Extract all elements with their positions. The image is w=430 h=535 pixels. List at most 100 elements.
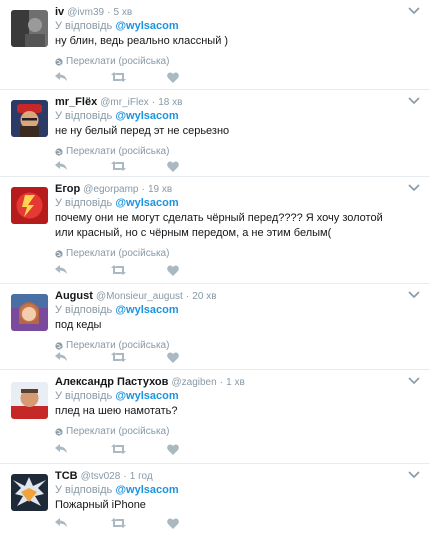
user-handle[interactable]: @mr_iFlex bbox=[100, 97, 149, 108]
translate-label: Переклати (російська) bbox=[66, 248, 170, 259]
separator-dot: · bbox=[219, 377, 224, 388]
user-handle[interactable]: @ivm39 bbox=[67, 7, 104, 18]
like-button[interactable] bbox=[167, 159, 223, 173]
translate-label: Переклати (російська) bbox=[66, 426, 170, 437]
chevron-down-icon[interactable] bbox=[408, 6, 420, 16]
retweet-icon bbox=[111, 444, 126, 454]
chevron-down-icon[interactable] bbox=[408, 290, 420, 300]
avatar[interactable] bbox=[11, 187, 48, 224]
reply-context: У відповідь @wylsacom bbox=[55, 197, 400, 210]
tweet-time[interactable]: 1 год bbox=[130, 471, 153, 482]
separator-dot: · bbox=[151, 97, 156, 108]
mention-link[interactable]: @wylsacom bbox=[115, 20, 178, 32]
separator-dot: · bbox=[185, 291, 190, 302]
avatar[interactable] bbox=[11, 10, 48, 47]
tweet[interactable]: Егор @egorpamp · 19 хв У відповідь @wyls… bbox=[0, 177, 430, 284]
user-handle[interactable]: @zagiben bbox=[171, 377, 216, 388]
tweet[interactable]: August @Monsieur_august · 20 хв У відпов… bbox=[0, 284, 430, 370]
retweet-button[interactable] bbox=[111, 442, 167, 456]
heart-icon bbox=[167, 160, 179, 172]
user-name[interactable]: August bbox=[55, 290, 93, 302]
chevron-down-icon[interactable] bbox=[408, 183, 420, 193]
globe-icon bbox=[55, 341, 63, 350]
translate-link[interactable]: Переклати (російська) bbox=[55, 145, 400, 158]
reply-context: У відповідь @wylsacom bbox=[55, 304, 400, 317]
avatar[interactable] bbox=[11, 474, 48, 511]
translate-link[interactable]: Переклати (російська) bbox=[55, 55, 400, 68]
reply-context: У відповідь @wylsacom bbox=[55, 20, 400, 33]
globe-icon bbox=[55, 57, 63, 66]
tweet-time[interactable]: 20 хв bbox=[192, 291, 216, 302]
tweet[interactable]: mr_Flëx @mr_iFlex · 18 хв У відповідь @w… bbox=[0, 90, 430, 177]
like-button[interactable] bbox=[167, 70, 223, 84]
separator-dot: · bbox=[107, 7, 111, 18]
translate-label: Переклати (російська) bbox=[66, 146, 170, 157]
chevron-down-icon[interactable] bbox=[408, 96, 420, 106]
reply-icon bbox=[55, 518, 67, 527]
tweet[interactable]: TCB @tsv028 · 1 год У відповідь @wylsaco… bbox=[0, 464, 430, 535]
user-name[interactable]: iv bbox=[55, 6, 64, 18]
reply-button[interactable] bbox=[55, 516, 111, 530]
mention-link[interactable]: @wylsacom bbox=[115, 197, 178, 209]
mention-link[interactable]: @wylsacom bbox=[115, 110, 178, 122]
retweet-icon bbox=[111, 352, 126, 362]
mention-link[interactable]: @wylsacom bbox=[115, 484, 178, 496]
user-handle[interactable]: @tsv028 bbox=[81, 471, 121, 482]
avatar[interactable] bbox=[11, 382, 48, 419]
chevron-down-icon[interactable] bbox=[408, 470, 420, 480]
chevron-down-icon[interactable] bbox=[408, 376, 420, 386]
avatar[interactable] bbox=[11, 294, 48, 331]
reply-icon bbox=[55, 161, 67, 170]
tweet[interactable]: Александр Пастухов @zagiben · 1 хв У від… bbox=[0, 370, 430, 464]
heart-icon bbox=[167, 264, 179, 276]
tweet-header: TCB @tsv028 · 1 год bbox=[55, 469, 400, 484]
tweet-text: почему они не могут сделать чёрный перед… bbox=[55, 212, 383, 239]
translate-link[interactable]: Переклати (російська) bbox=[55, 247, 400, 260]
tweet-time[interactable]: 19 хв bbox=[148, 184, 172, 195]
globe-icon bbox=[55, 427, 63, 436]
reply-button[interactable] bbox=[55, 263, 111, 277]
reply-context: У відповідь @wylsacom bbox=[55, 390, 400, 403]
heart-icon bbox=[167, 71, 179, 83]
reply-prefix: У відповідь bbox=[55, 20, 113, 32]
avatar[interactable] bbox=[11, 100, 48, 137]
reply-button[interactable] bbox=[55, 159, 111, 173]
retweet-icon bbox=[111, 161, 126, 171]
like-button[interactable] bbox=[167, 263, 223, 277]
reply-prefix: У відповідь bbox=[55, 197, 113, 209]
user-name[interactable]: TCB bbox=[55, 470, 78, 482]
tweet-header: mr_Flëx @mr_iFlex · 18 хв bbox=[55, 95, 400, 110]
like-button[interactable] bbox=[167, 350, 223, 364]
like-button[interactable] bbox=[167, 516, 223, 530]
retweet-button[interactable] bbox=[111, 263, 167, 277]
retweet-button[interactable] bbox=[111, 70, 167, 84]
retweet-button[interactable] bbox=[111, 516, 167, 530]
reply-button[interactable] bbox=[55, 70, 111, 84]
reply-button[interactable] bbox=[55, 350, 111, 364]
globe-icon bbox=[55, 249, 63, 258]
like-button[interactable] bbox=[167, 442, 223, 456]
reply-button[interactable] bbox=[55, 442, 111, 456]
user-name[interactable]: mr_Flëx bbox=[55, 96, 97, 108]
tweet-header: iv @ivm39 · 5 хв bbox=[55, 5, 400, 20]
user-handle[interactable]: @egorpamp bbox=[83, 184, 138, 195]
heart-icon bbox=[167, 443, 179, 455]
user-handle[interactable]: @Monsieur_august bbox=[96, 291, 183, 302]
translate-link[interactable]: Переклати (російська) bbox=[55, 425, 400, 438]
tweet-time[interactable]: 18 хв bbox=[158, 97, 182, 108]
heart-icon bbox=[167, 351, 179, 363]
retweet-button[interactable] bbox=[111, 159, 167, 173]
reply-prefix: У відповідь bbox=[55, 110, 113, 122]
user-name[interactable]: Александр Пастухов bbox=[55, 376, 168, 388]
reply-prefix: У відповідь bbox=[55, 304, 113, 316]
mention-link[interactable]: @wylsacom bbox=[115, 304, 178, 316]
user-name[interactable]: Егор bbox=[55, 183, 80, 195]
tweet-time[interactable]: 1 хв bbox=[226, 377, 245, 388]
tweet-header: Егор @egorpamp · 19 хв bbox=[55, 182, 400, 197]
tweet[interactable]: iv @ivm39 · 5 хв У відповідь @wylsacom н… bbox=[0, 0, 430, 90]
mention-link[interactable]: @wylsacom bbox=[115, 390, 178, 402]
tweet-text: плед на шею намотать? bbox=[55, 405, 178, 417]
reply-icon bbox=[55, 352, 67, 361]
tweet-time[interactable]: 5 хв bbox=[114, 7, 133, 18]
retweet-button[interactable] bbox=[111, 350, 167, 364]
